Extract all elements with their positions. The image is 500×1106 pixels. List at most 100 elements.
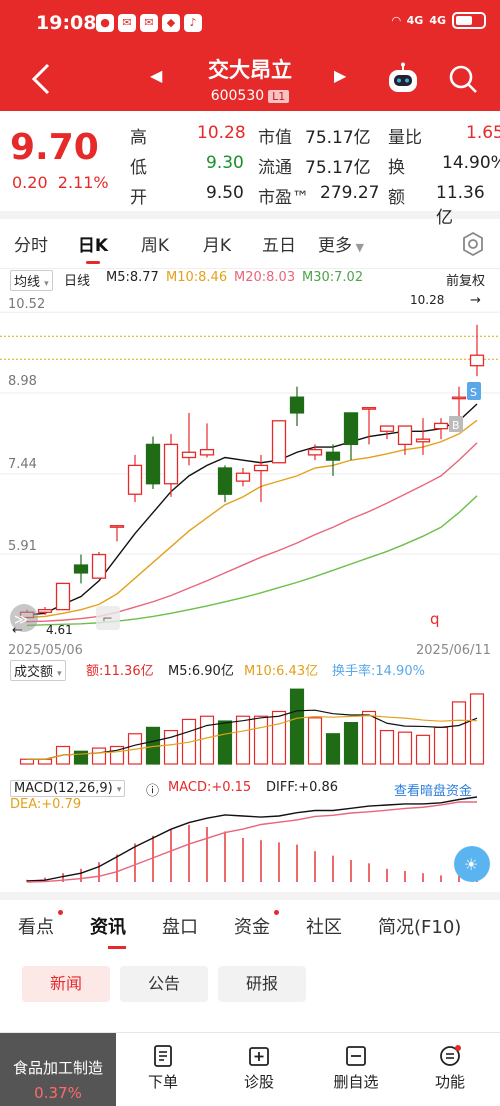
tab-community[interactable]: 社区 (306, 913, 378, 939)
candle-body (253, 464, 269, 472)
candle-body (217, 467, 233, 495)
functions-button[interactable]: 功能 (420, 1045, 480, 1092)
candle-body (397, 425, 413, 446)
tab-capital-label: 资金 (234, 917, 270, 938)
high-value: 10.28 (197, 123, 246, 143)
volume-bar (379, 729, 395, 765)
date-start: 2025/05/06 (8, 643, 83, 658)
sector-percent: 0.37% (34, 1084, 82, 1102)
tab-capital[interactable]: 资金 (234, 910, 306, 939)
tab-weekly[interactable]: 周K (124, 231, 186, 256)
search-icon[interactable] (448, 64, 478, 94)
music-icon: ♪ (184, 14, 202, 32)
tab-monthly[interactable]: 月K (186, 231, 248, 256)
next-stock-icon[interactable]: ▶ (334, 66, 346, 85)
tab-f10[interactable]: 简况(F10) (378, 913, 488, 939)
volume-bar (217, 720, 233, 765)
svg-text:⌐: ⌐ (102, 612, 113, 627)
candle-body (271, 420, 287, 464)
candle-body (109, 525, 125, 528)
adjust-toggle[interactable]: 前复权 (446, 270, 485, 289)
price-change: 0.20 2.11% (12, 173, 109, 192)
diagnose-icon (249, 1047, 269, 1066)
chart-grid (0, 311, 500, 555)
low-value: 9.30 (206, 153, 244, 173)
high-marker: 10.28 (410, 293, 444, 307)
volume-bar (199, 715, 215, 765)
tab-highlights-label: 看点 (18, 917, 54, 938)
tab-more[interactable]: 更多 ▼ (310, 231, 372, 256)
candlestick-chart[interactable]: 10.52 8.98 7.44 5.91 10.28 → ← 4.61 B S … (0, 288, 500, 658)
level-badge: L1 (268, 90, 290, 103)
q-marker-icon: q (430, 610, 440, 628)
robot-assistant-icon[interactable] (386, 62, 420, 96)
change-value: 0.20 (12, 173, 48, 192)
mail-icon: ✉ (140, 14, 158, 32)
status-right: ◠ 4G 4G (392, 12, 486, 29)
remove-watchlist-button[interactable]: 删自选 (326, 1045, 386, 1092)
date-end: 2025/06/11 (416, 643, 491, 658)
lightbulb-icon: ☀ (464, 855, 478, 874)
mktcap-label: 市值 (258, 128, 292, 148)
order-label: 下单 (147, 1073, 178, 1091)
high-marker-arrow: → (470, 293, 481, 308)
macd-dea-line (26, 801, 477, 883)
pe-label: 市盈™ (258, 188, 309, 208)
expand-icon[interactable]: ≫ (10, 604, 38, 632)
tab-orderbook[interactable]: 盘口 (162, 913, 234, 939)
candle-body (145, 443, 161, 485)
volume-bar (325, 733, 341, 765)
tab-more-label: 更多 (318, 236, 353, 256)
tab-daily[interactable]: 日K (62, 231, 124, 264)
tab-news[interactable]: 资讯 (90, 913, 162, 949)
app-icon: ◆ (162, 14, 180, 32)
candle-body (415, 438, 431, 443)
macd-bars (26, 824, 478, 882)
change-percent: 2.11% (57, 173, 109, 192)
volume-bar (235, 715, 251, 765)
diagnose-button[interactable]: 诊股 (229, 1045, 289, 1092)
open-label: 开 (130, 188, 147, 208)
amount-label: 额 (388, 188, 405, 208)
filter-research[interactable]: 研报 (218, 966, 306, 1002)
candle-body (37, 608, 53, 613)
volume-bar (415, 734, 431, 765)
ma20-value: M20:8.03 (234, 270, 296, 285)
y-tick-2: 8.98 (8, 374, 37, 389)
wechat-icon: ✉ (118, 14, 136, 32)
filter-news[interactable]: 新闻 (22, 966, 110, 1002)
candle-body (433, 422, 449, 430)
volume-bars (19, 688, 485, 765)
remove-label: 删自选 (333, 1073, 379, 1091)
volume-turnover: 换手率:14.90% (332, 660, 425, 679)
pe-value: 279.27 (320, 183, 380, 203)
battery-icon (452, 12, 486, 29)
current-price: 9.70 (10, 127, 99, 168)
candle-body (163, 443, 179, 485)
tab-intraday[interactable]: 分时 (0, 231, 62, 256)
tab-five-day[interactable]: 五日 (248, 231, 310, 256)
signal-icon: 4G (406, 14, 424, 27)
order-button[interactable]: 下单 (133, 1045, 193, 1092)
volume-chart (19, 688, 485, 765)
chart-settings-icon[interactable] (460, 231, 486, 257)
y-tick-4: 5.91 (8, 539, 37, 554)
volume-bar (253, 715, 269, 765)
filter-announcements[interactable]: 公告 (120, 966, 208, 1002)
turnover-label: 换 (388, 158, 405, 178)
volume-bar (37, 758, 53, 765)
status-time: 19:08 (36, 12, 97, 34)
sector-ticker[interactable]: 食品加工制造 0.37% (0, 1033, 116, 1106)
chevron-down-icon: ▼ (352, 241, 364, 254)
macd-chart: ☀ (26, 796, 490, 883)
tab-highlights[interactable]: 看点 (18, 910, 90, 939)
ma10-line (26, 419, 478, 619)
candle-body (235, 472, 251, 482)
candle-body (91, 553, 107, 579)
high-label: 高 (130, 128, 147, 148)
stock-name: 交大昂立 (208, 58, 292, 82)
fullscreen-icon[interactable]: ⌐ (96, 606, 120, 630)
volume-turnover-text: 换手率:14.90% (332, 664, 425, 679)
candle-body (343, 412, 359, 446)
volume-bar (469, 693, 485, 765)
